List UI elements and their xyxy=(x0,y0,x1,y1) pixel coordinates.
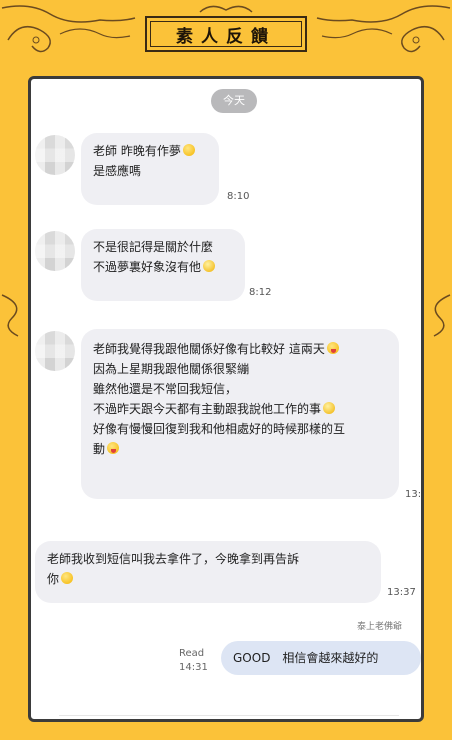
outgoing-message-bubble: GOOD 相信會越來越好的 xyxy=(221,641,421,675)
message-line: 是感應嗎 xyxy=(93,164,142,178)
message-line: 好像有慢慢回復到我和他相處好的時候那樣的互 xyxy=(93,422,346,436)
message-timestamp: 8:12 xyxy=(249,287,272,298)
message-line: 因為上星期我跟他關係很緊繃 xyxy=(93,362,250,376)
message-line: 老師我覺得我跟他關係好像有比較好 這兩天 xyxy=(93,342,325,356)
laughing-emoji-icon xyxy=(323,402,336,414)
read-label: Read xyxy=(179,648,205,659)
avatar xyxy=(35,135,75,175)
message-timestamp: 13: xyxy=(405,489,422,500)
avatar xyxy=(35,231,75,271)
tongue-emoji-icon xyxy=(326,342,339,354)
side-ornament-left-icon xyxy=(1,294,19,337)
chat-screenshot-panel: 今天 老師 昨晚有作夢 是感應嗎 8:10 不是很記得是關於什麼 不過夢裏好象沒… xyxy=(28,76,424,722)
reply-timestamp: 14:31 xyxy=(179,662,208,673)
page-title: 素人反饋 xyxy=(145,16,307,52)
crown-ornament-icon xyxy=(199,5,253,13)
message-bubble: 老師我收到短信叫我去拿件了，今晚拿到再告訴 你 xyxy=(35,541,381,603)
message-line: 動 xyxy=(93,442,106,456)
message-line: 雖然他還是不常回我短信， xyxy=(93,382,238,396)
message-line: 你 xyxy=(47,572,60,586)
message-line: 老師 昨晚有作夢 xyxy=(93,144,181,158)
ornament-left-icon xyxy=(1,5,136,53)
avatar xyxy=(35,331,75,371)
message-line: 老師我收到短信叫我去拿件了，今晚拿到再告訴 xyxy=(47,552,300,566)
smiley-emoji-icon xyxy=(61,572,74,584)
message-timestamp: 8:10 xyxy=(227,191,250,202)
header-frame: 素人反饋 xyxy=(0,0,452,70)
divider xyxy=(59,715,399,716)
message-line: 不過昨天跟今天都有主動跟我說他工作的事 xyxy=(93,402,322,416)
message-bubble: 老師我覺得我跟他關係好像有比較好 這兩天 因為上星期我跟他關係很緊繃 雖然他還是… xyxy=(81,329,399,499)
message-bubble: 不是很記得是關於什麼 不過夢裏好象沒有他 xyxy=(81,229,245,301)
message-timestamp: 13:37 xyxy=(387,587,416,598)
message-line: 不過夢裏好象沒有他 xyxy=(93,260,202,274)
winking-tongue-emoji-icon xyxy=(107,442,120,454)
ornament-right-icon xyxy=(316,5,451,53)
date-divider: 今天 xyxy=(211,89,257,113)
laughing-emoji-icon xyxy=(203,260,216,272)
smiley-emoji-icon xyxy=(182,144,195,156)
side-ornament-right-icon xyxy=(433,294,451,337)
message-bubble: 老師 昨晚有作夢 是感應嗎 xyxy=(81,133,219,205)
message-line: 不是很記得是關於什麼 xyxy=(93,240,214,254)
sender-name: 泰上老佛爺 xyxy=(357,622,403,632)
read-receipt: Read 14:31 xyxy=(179,647,208,675)
